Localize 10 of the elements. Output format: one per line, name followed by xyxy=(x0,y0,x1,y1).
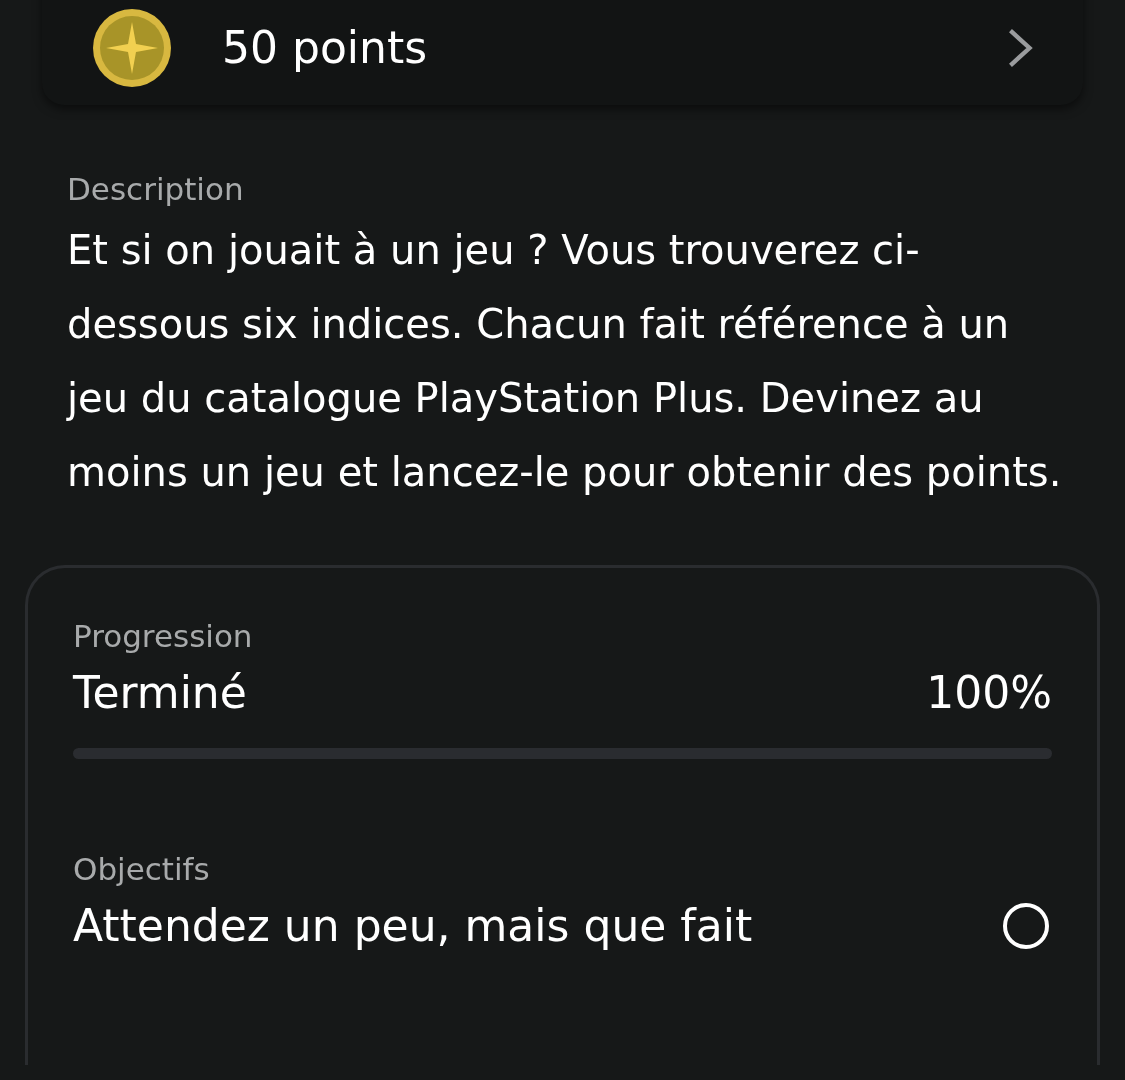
objectives-label: Objectifs xyxy=(73,850,211,889)
description-label: Description xyxy=(67,170,245,209)
progress-label: Progression xyxy=(73,617,254,656)
objective-text: Attendez un peu, mais que fait xyxy=(73,899,753,953)
reward-value: 50 points xyxy=(222,20,429,75)
description-text: Et si on jouait à un jeu ? Vous trouverez ci-dessous six indices. Chacun fait référence à un jeu du catalogue PlayStation Plus. Devinez au moins un jeu et lancez-le pour obtenir des points. xyxy=(67,226,1063,497)
coin-icon xyxy=(92,7,172,88)
progress-percent: 100% xyxy=(926,666,1052,720)
progress-status: Terminé xyxy=(73,666,247,720)
reward-card[interactable]: 50 points xyxy=(42,0,1083,105)
